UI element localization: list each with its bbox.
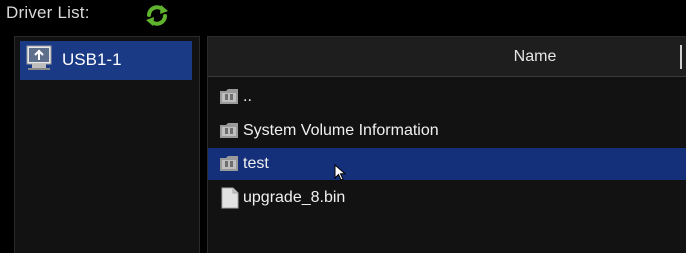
column-divider — [680, 45, 682, 69]
file-icon — [221, 187, 239, 209]
driver-list-header: Driver List: — [0, 0, 686, 30]
folder-icon — [219, 88, 239, 105]
file-row-upgrade-8-bin[interactable]: upgrade_8.bin — [208, 182, 686, 214]
driver-list-label: Driver List: — [6, 3, 90, 22]
file-name: .. — [243, 88, 252, 105]
file-name: test — [243, 155, 269, 172]
file-name: System Volume Information — [243, 122, 439, 139]
refresh-icon[interactable] — [143, 3, 171, 27]
name-column-label: Name — [513, 48, 557, 65]
mouse-pointer-icon — [334, 163, 348, 182]
name-column-header[interactable]: Name — [208, 37, 686, 77]
file-row-test[interactable]: test — [208, 148, 686, 182]
drive-list: USB1-1 — [14, 36, 200, 253]
drive-label: USB1-1 — [62, 50, 122, 69]
usb-file-browser: Driver List: USB1-1 Name .. System Volum… — [0, 0, 686, 253]
file-name: upgrade_8.bin — [243, 189, 346, 206]
usb-drive-icon — [26, 45, 52, 71]
drive-item-usb1-1[interactable]: USB1-1 — [20, 41, 192, 80]
folder-icon — [219, 122, 239, 139]
file-row-system-volume-information[interactable]: System Volume Information — [208, 115, 686, 147]
file-list: Name .. System Volume Information test u… — [207, 36, 686, 253]
file-row-parent[interactable]: .. — [208, 81, 686, 113]
folder-icon — [219, 155, 239, 172]
